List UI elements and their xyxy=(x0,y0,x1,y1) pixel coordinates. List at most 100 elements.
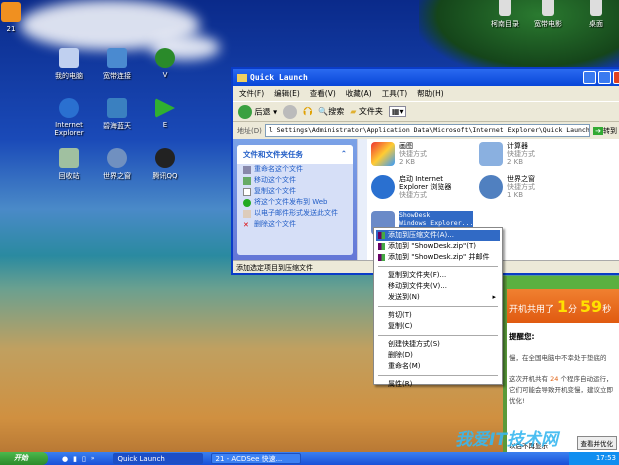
menu-delete[interactable]: 删除(D) xyxy=(376,350,500,361)
file-name: 画图 xyxy=(399,142,413,150)
desktop-icon[interactable]: 回收站 xyxy=(44,148,94,181)
min-unit: 分 xyxy=(568,305,578,315)
winrar-icon xyxy=(378,243,385,250)
taskbar-button-acdsee[interactable]: 21 - ACDSee 快速... xyxy=(210,453,301,464)
file-item[interactable]: 启动 Internet Explorer 浏览器 快捷方式 xyxy=(371,175,471,199)
start-button[interactable]: 开始 xyxy=(0,452,48,465)
system-tray: 17:53 xyxy=(569,452,619,465)
menu-add-to-zip[interactable]: 添加到 "ShowDesk.zip"(T) xyxy=(376,241,500,252)
quicklaunch-icon[interactable]: ▮ xyxy=(73,455,77,463)
file-item[interactable]: 计算器 快捷方式 2 KB xyxy=(479,142,535,166)
menu-favorites[interactable]: 收藏(A) xyxy=(346,88,372,99)
calculator-icon xyxy=(479,142,503,166)
close-button[interactable] xyxy=(613,71,619,84)
file-item[interactable]: 画图 快捷方式 2 KB xyxy=(371,142,427,166)
play-icon xyxy=(155,98,175,118)
menu-copy-to-folder[interactable]: 复制到文件夹(F)... xyxy=(376,270,500,281)
menu-view[interactable]: 查看(V) xyxy=(310,88,336,99)
network-icon xyxy=(107,48,127,68)
delete-icon: ✕ xyxy=(243,221,249,229)
desktop-icon[interactable]: 我的电脑 xyxy=(44,48,94,81)
forward-button[interactable] xyxy=(283,104,298,119)
title-bar[interactable]: Quick Launch xyxy=(233,69,619,86)
up-folder-button[interactable]: ⮉ xyxy=(303,104,312,119)
task-publish[interactable]: 将这个文件发布到 Web xyxy=(237,197,353,208)
task-move[interactable]: 移动这个文件 xyxy=(237,175,353,186)
rename-icon xyxy=(243,166,251,174)
task-label: 以电子邮件形式发送此文件 xyxy=(254,209,338,217)
go-button[interactable]: ➔ 转到 xyxy=(593,126,617,136)
menu-add-to-archive[interactable]: 添加到压缩文件(A)... xyxy=(376,230,500,241)
desktop-icon[interactable]: 宽带连接 xyxy=(92,48,142,81)
menu-bar: 文件(F) 编辑(E) 查看(V) 收藏(A) 工具(T) 帮助(H) xyxy=(233,86,619,101)
toolbar: 后退 ▾ ⮉ 🔍搜索 ▰ 文件夹 ▦▾ xyxy=(233,101,619,122)
menu-copy[interactable]: 复制(C) xyxy=(376,321,500,332)
file-size: 2 KB xyxy=(399,158,416,166)
collapse-icon[interactable]: ⌃ xyxy=(341,149,347,160)
menu-file[interactable]: 文件(F) xyxy=(239,88,264,99)
menu-rename[interactable]: 重命名(M) xyxy=(376,361,500,372)
desktop-icon[interactable]: 21 xyxy=(0,2,36,33)
task-email[interactable]: 以电子邮件形式发送此文件 xyxy=(237,208,353,219)
folders-label: 文件夹 xyxy=(358,107,383,116)
desktop-icon[interactable]: 世界之窗 xyxy=(92,148,142,181)
icon-label: V xyxy=(162,71,168,79)
file-item[interactable]: 世界之窗 快捷方式 1 KB xyxy=(479,175,535,199)
computer-icon xyxy=(59,48,79,68)
desktop-icon[interactable]: Internet Explorer xyxy=(44,98,94,137)
separator xyxy=(378,306,498,307)
document-icon xyxy=(542,0,554,16)
menu-tools[interactable]: 工具(T) xyxy=(382,88,407,99)
back-button[interactable]: 后退 ▾ xyxy=(238,104,277,119)
folders-button[interactable]: ▰ 文件夹 xyxy=(350,106,383,117)
desktop-icon[interactable]: V xyxy=(140,48,190,79)
address-input[interactable]: l Settings\Administrator\Application Dat… xyxy=(264,124,591,137)
task-label: 重命名这个文件 xyxy=(254,165,303,173)
task-label: 复制这个文件 xyxy=(254,187,296,195)
image-file-icon xyxy=(1,2,21,22)
task-delete[interactable]: ✕ 删除这个文件 xyxy=(237,219,353,230)
task-pane-title: 文件和文件夹任务 xyxy=(243,150,303,159)
winrar-icon xyxy=(378,232,385,239)
menu-cut[interactable]: 剪切(T) xyxy=(376,310,500,321)
task-copy[interactable]: 复制这个文件 xyxy=(237,186,353,197)
task-label: 将这个文件发布到 Web xyxy=(254,198,328,206)
program-count: 24 xyxy=(550,375,559,383)
minimize-button[interactable] xyxy=(583,71,596,84)
quicklaunch-icon[interactable]: ▯ xyxy=(82,455,86,463)
optimize-button[interactable]: 查看并优化 xyxy=(576,436,617,450)
separator xyxy=(378,335,498,336)
menu-help[interactable]: 帮助(H) xyxy=(417,88,444,99)
minutes: 1 xyxy=(556,297,569,316)
quicklaunch-ie-icon[interactable]: ● xyxy=(62,455,68,463)
task-label: 删除这个文件 xyxy=(254,220,296,228)
desktop-icon[interactable]: E xyxy=(140,98,190,129)
desktop-icon[interactable]: 宽带电影 xyxy=(523,0,573,29)
desktop-icon[interactable]: 桌面 xyxy=(571,0,619,29)
document-icon xyxy=(499,0,511,16)
task-label: 移动这个文件 xyxy=(254,176,296,184)
search-button[interactable]: 🔍搜索 xyxy=(318,106,344,117)
back-arrow-icon xyxy=(238,104,252,119)
task-rename[interactable]: 重命名这个文件 xyxy=(237,164,353,175)
menu-create-shortcut[interactable]: 创建快捷方式(S) xyxy=(376,339,500,350)
menu-add-zip-email[interactable]: 添加到 "ShowDesk.zip" 并邮件 xyxy=(376,252,500,263)
menu-send-to[interactable]: 发送到(N) ▸ xyxy=(376,292,500,303)
menu-properties[interactable]: 属性(R) xyxy=(376,379,500,390)
watermark: 我爱IT技术网 xyxy=(455,430,558,450)
app-icon xyxy=(107,98,127,118)
ie-icon xyxy=(371,175,395,199)
paint-icon xyxy=(371,142,395,166)
desktop-icon[interactable]: 碧海蓝天 xyxy=(92,98,142,131)
views-button[interactable]: ▦▾ xyxy=(388,106,407,117)
folder-icon xyxy=(237,73,247,82)
quicklaunch-expand-icon[interactable]: » xyxy=(91,455,95,462)
maximize-button[interactable] xyxy=(598,71,611,84)
desktop-icon[interactable]: 腾讯QQ xyxy=(140,148,190,181)
taskbar-button-quick-launch[interactable]: Quick Launch xyxy=(112,453,203,464)
menu-move-to-folder[interactable]: 移动到文件夹(V)... xyxy=(376,281,500,292)
menu-label: 发送到(N) xyxy=(388,293,420,301)
address-label: 地址(D) xyxy=(237,126,262,135)
task-pane-scrollbar[interactable] xyxy=(357,139,367,264)
menu-edit[interactable]: 编辑(E) xyxy=(274,88,300,99)
